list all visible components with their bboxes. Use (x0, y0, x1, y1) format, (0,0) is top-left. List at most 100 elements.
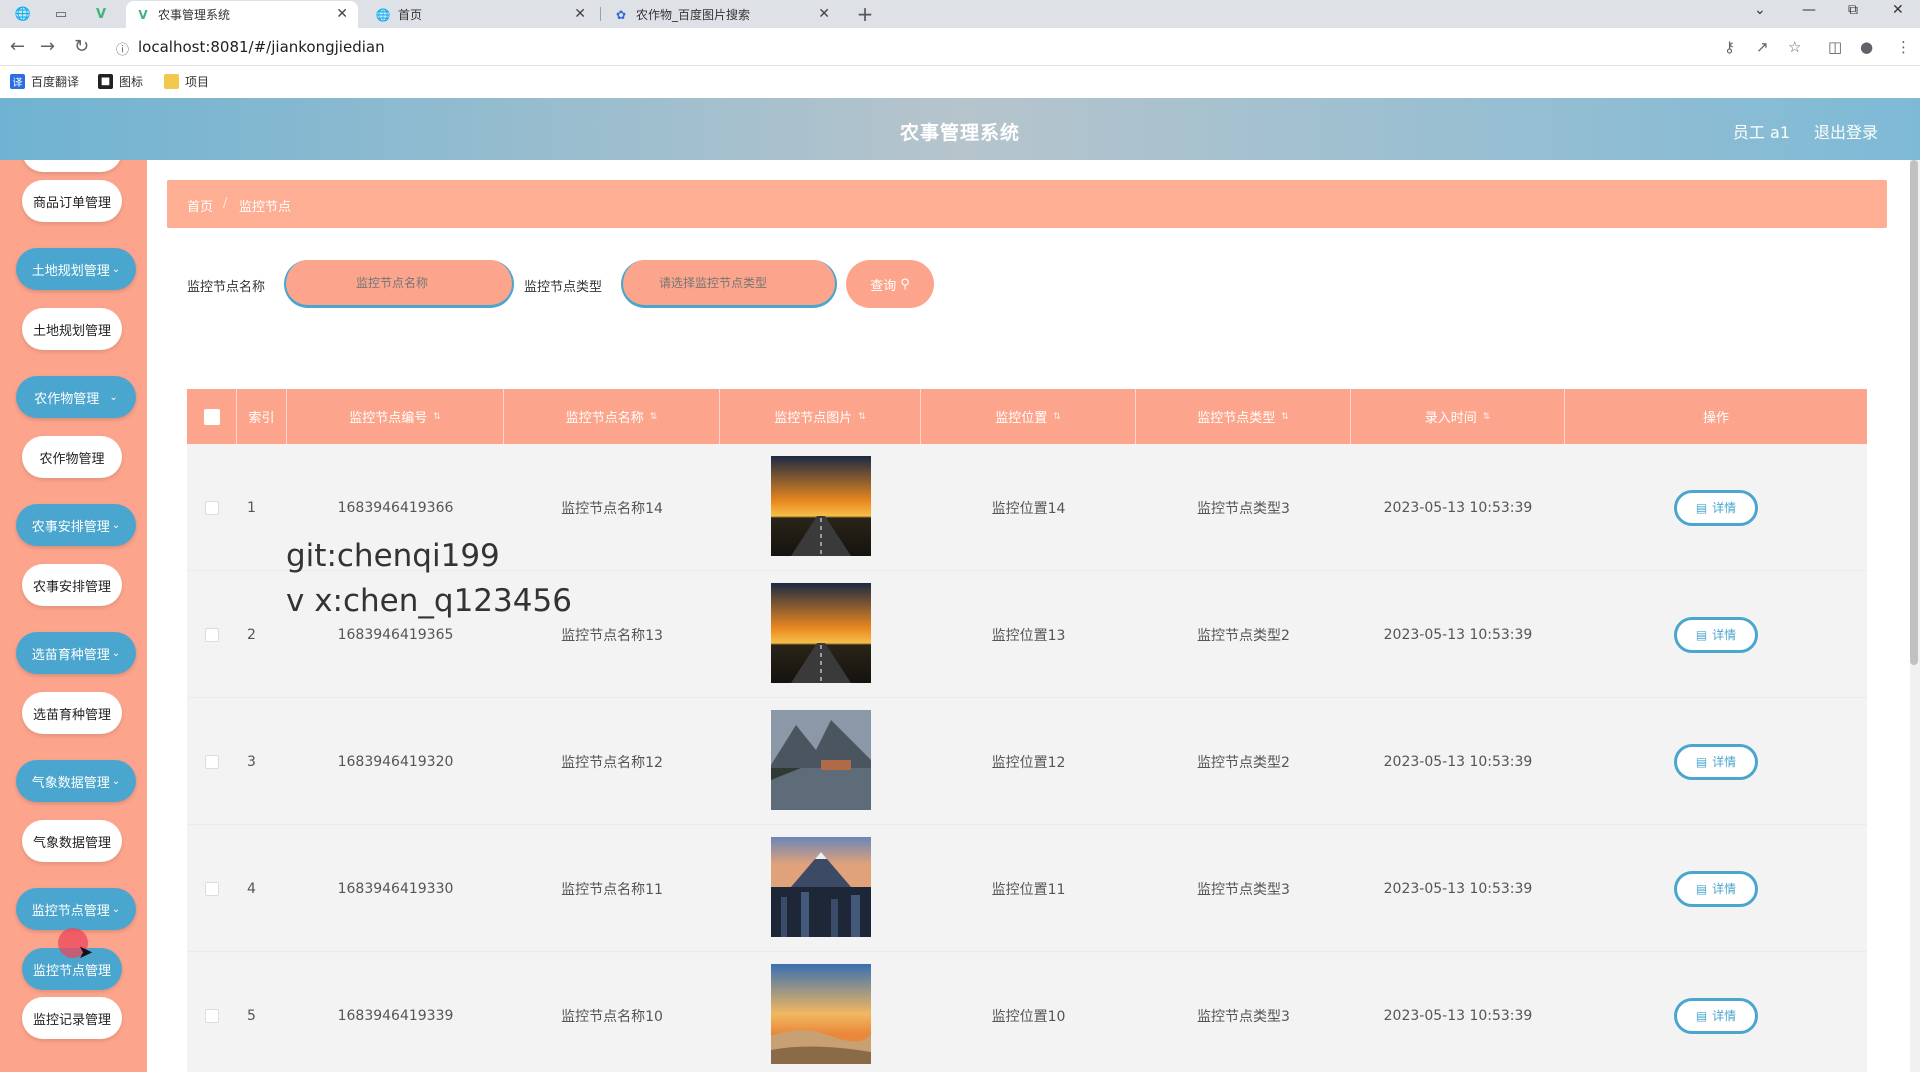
page-scrollbar[interactable] (1910, 160, 1920, 1072)
profile-icon[interactable]: ● (1860, 38, 1873, 56)
sidebar-item-weather[interactable]: 气象数据管理 (22, 820, 122, 862)
cell-name: 监控节点名称10 (561, 1008, 663, 1025)
url-field[interactable]: localhost:8081/#/jiankongjiedian (138, 38, 385, 56)
row-checkbox[interactable] (205, 500, 219, 515)
sidebar-group-weather[interactable]: 气象数据管理 ⌄ (16, 760, 136, 802)
tab-title: 首页 (398, 8, 423, 22)
sidebar-group-land[interactable]: 土地规划管理 ⌄ (16, 248, 136, 290)
globe-icon[interactable]: 🌐 (12, 4, 34, 24)
new-tab-icon[interactable]: + (854, 2, 876, 26)
detail-button[interactable]: ▤ 详情 (1674, 489, 1758, 526)
sidebar-item-schedule[interactable]: 农事安排管理 (22, 564, 122, 606)
cell-image (720, 571, 921, 698)
image-icon: ■ (98, 74, 113, 89)
row-checkbox[interactable] (205, 754, 219, 769)
detail-button[interactable]: ▤ 详情 (1674, 997, 1758, 1034)
sort-icon[interactable]: ⇅ (433, 412, 441, 422)
blank-tab-icon[interactable]: ▭ (50, 4, 72, 24)
col-code[interactable]: 监控节点编号 ⇅ (287, 389, 504, 444)
cell-type: 监控节点类型3 (1197, 1008, 1290, 1025)
logout-link[interactable]: 退出登录 (1814, 119, 1878, 143)
share-icon[interactable]: ↗ (1756, 38, 1769, 56)
sidebar-item-crop[interactable]: 农作物管理 (22, 436, 122, 478)
sort-icon[interactable]: ⇅ (858, 412, 866, 422)
sidebar-item-land[interactable]: 土地规划管理 (22, 308, 122, 350)
node-image[interactable] (770, 836, 871, 941)
node-image[interactable] (770, 455, 871, 560)
scrollbar-thumb[interactable] (1910, 160, 1918, 665)
sort-icon[interactable]: ⇅ (1053, 412, 1061, 422)
breadcrumb-separator: / (223, 196, 228, 211)
row-checkbox[interactable] (205, 627, 219, 642)
row-checkbox[interactable] (205, 1008, 219, 1023)
cell-time: 2023-05-13 10:53:39 (1383, 753, 1533, 770)
tab-farm-system[interactable]: V 农事管理系统 ✕ (126, 1, 358, 28)
col-label: 操作 (1702, 411, 1729, 426)
back-icon[interactable]: ← (10, 36, 25, 57)
sidebar-group-monitor-node[interactable]: 监控节点管理 ⌄ (16, 888, 136, 930)
sort-icon[interactable]: ⇅ (1281, 412, 1289, 422)
select-cell (187, 952, 237, 1072)
breadcrumb-home[interactable]: 首页 (187, 196, 213, 215)
sidebar-group-crop[interactable]: 农作物管理 ⌄ (16, 376, 136, 418)
sidebar-item-monitor-record[interactable]: 监控记录管理 (22, 997, 122, 1039)
cell-index: 5 (247, 1007, 256, 1024)
vue-logo-icon[interactable]: V (90, 4, 112, 24)
select-cell (187, 698, 237, 825)
tab-home[interactable]: 🌐 首页 ✕ (366, 1, 596, 28)
select-cell (187, 571, 237, 698)
detail-button[interactable]: ▤ 详情 (1674, 616, 1758, 653)
detail-button-label: 详情 (1712, 628, 1737, 642)
close-window-icon[interactable]: ✕ (1892, 2, 1904, 18)
cell-action: ▤ 详情 (1565, 444, 1867, 571)
bookmark-project[interactable]: 项目 (164, 73, 209, 90)
select-all-checkbox[interactable] (203, 408, 220, 425)
close-icon[interactable]: ✕ (574, 6, 586, 22)
col-location[interactable]: 监控位置 ⇅ (921, 389, 1136, 444)
breadcrumb: 首页 / 监控节点 (167, 180, 1887, 228)
key-icon[interactable]: ⚷ (1724, 38, 1735, 56)
cell-time: 2023-05-13 10:53:39 (1383, 880, 1533, 897)
detail-button[interactable]: ▤ 详情 (1674, 870, 1758, 907)
tab-search-icon[interactable]: ⌄ (1754, 2, 1766, 18)
col-type[interactable]: 监控节点类型 ⇅ (1136, 389, 1351, 444)
site-info-icon[interactable]: ⓘ (116, 39, 129, 58)
col-name[interactable]: 监控节点名称 ⇅ (504, 389, 720, 444)
sort-icon[interactable]: ⇅ (650, 412, 658, 422)
browser-tab-strip: 🌐 ▭ V V 农事管理系统 ✕ 🌐 首页 ✕ ✿ 农作物_百度图片搜索 ✕ +… (0, 0, 1920, 28)
close-icon[interactable]: ✕ (818, 6, 830, 22)
sidebar-item-order[interactable]: 商品订单管理 (22, 180, 122, 222)
node-image[interactable] (770, 963, 871, 1068)
bookmark-icons[interactable]: ■ 图标 (98, 73, 143, 90)
sidebar-item-label: 选苗育种管理 (31, 647, 110, 663)
side-panel-icon[interactable]: ◫ (1828, 38, 1842, 56)
bookmark-star-icon[interactable]: ☆ (1788, 38, 1801, 56)
sort-icon[interactable]: ⇅ (1483, 412, 1491, 422)
sidebar-group-seedling[interactable]: 选苗育种管理 ⌄ (16, 632, 136, 674)
node-name-input[interactable] (284, 260, 514, 308)
node-image[interactable] (770, 709, 871, 814)
reload-icon[interactable]: ↻ (74, 36, 89, 57)
col-label: 监控节点名称 (565, 411, 644, 426)
tab-baidu-images[interactable]: ✿ 农作物_百度图片搜索 ✕ (604, 1, 840, 28)
restore-icon[interactable]: ⧉ (1848, 2, 1858, 18)
bookmark-baidu-translate[interactable]: 译 百度翻译 (10, 73, 79, 90)
col-image[interactable]: 监控节点图片 ⇅ (720, 389, 921, 444)
node-image[interactable] (770, 582, 871, 687)
search-button-label: 查询 (870, 278, 897, 294)
forward-icon[interactable]: → (40, 36, 55, 57)
row-checkbox[interactable] (205, 881, 219, 896)
close-icon[interactable]: ✕ (336, 6, 348, 22)
col-time[interactable]: 录入时间 ⇅ (1351, 389, 1565, 444)
sidebar-group-schedule[interactable]: 农事安排管理 ⌄ (16, 504, 136, 546)
minimize-icon[interactable]: — (1802, 2, 1816, 18)
cell-index: 3 (247, 753, 256, 770)
cell-time: 2023-05-13 10:53:39 (1383, 499, 1533, 516)
node-type-select[interactable] (621, 260, 837, 308)
sidebar-item-seedling[interactable]: 选苗育种管理 (22, 692, 122, 734)
menu-icon[interactable]: ⋮ (1896, 38, 1911, 56)
sidebar-item-hidden[interactable] (22, 160, 122, 172)
search-button[interactable]: 查询 ⚲ (846, 260, 934, 308)
detail-button[interactable]: ▤ 详情 (1674, 743, 1758, 780)
cell-location: 监控位置14 (991, 500, 1066, 517)
